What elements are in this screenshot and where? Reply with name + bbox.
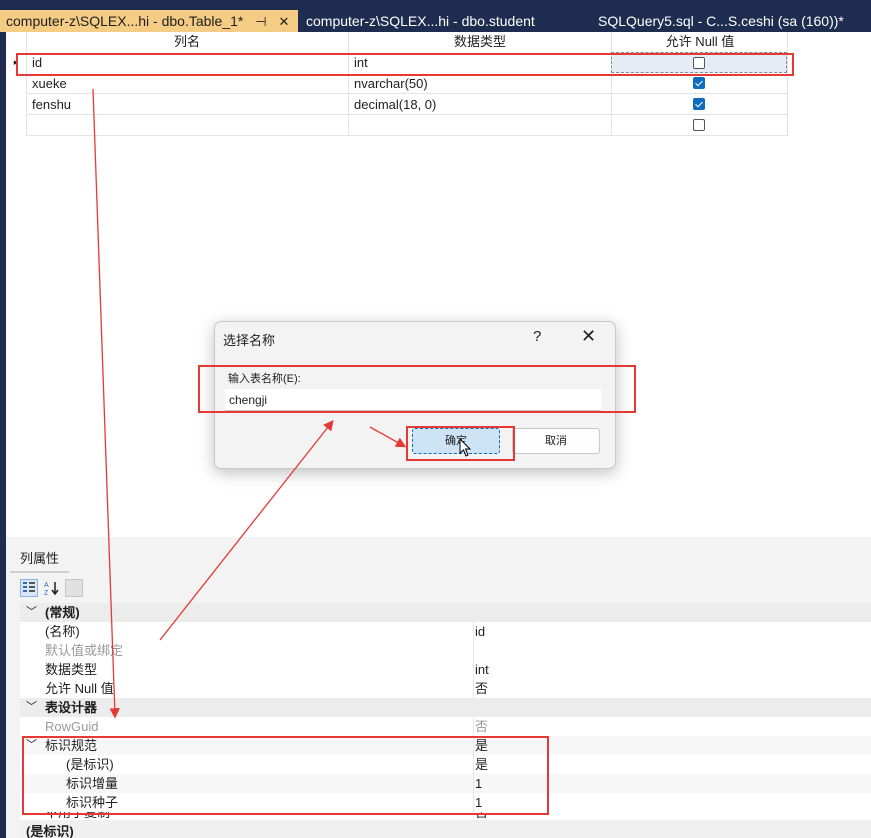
property-row[interactable]: RowGuid 否 — [20, 717, 871, 736]
table-name-label: 输入表名称(E): — [228, 373, 301, 385]
data-type-cell[interactable]: nvarchar(50) — [348, 73, 611, 94]
cancel-button[interactable]: 取消 — [512, 428, 600, 454]
categorized-icon[interactable] — [20, 579, 38, 597]
table-row[interactable]: fenshu decimal(18, 0) — [6, 94, 788, 115]
category-table-designer[interactable]: ﹀ 表设计器 — [20, 698, 871, 717]
allow-null-checkbox[interactable] — [693, 77, 705, 89]
property-name: RowGuid — [45, 719, 99, 734]
table-row[interactable]: ▸ id int — [6, 52, 788, 73]
allow-null-checkbox[interactable] — [693, 98, 705, 110]
tab-table-1[interactable]: computer-z\SQLEX...hi - dbo.Table_1* ⊣ ✕ — [0, 10, 298, 32]
property-value[interactable]: id — [475, 622, 485, 641]
property-row[interactable]: (是标识) 是 — [20, 755, 871, 774]
alphabetical-icon[interactable]: AZ — [44, 580, 60, 597]
grid-divider — [473, 774, 474, 793]
row-selector-arrow-icon[interactable]: ▸ — [6, 52, 26, 73]
data-type-cell[interactable]: int — [348, 52, 611, 73]
mouse-pointer-icon — [459, 438, 472, 457]
chevron-down-icon[interactable]: ﹀ — [26, 603, 37, 622]
close-icon[interactable]: ✕ — [581, 326, 596, 347]
property-name: 允许 Null 值 — [45, 681, 114, 696]
tab-sqlquery5-label: SQLQuery5.sql - C...S.ceshi (sa (160))* — [598, 13, 844, 29]
column-header-allow-null[interactable]: 允许 Null 值 — [612, 32, 788, 51]
column-header-name[interactable]: 列名 — [26, 32, 348, 51]
property-value[interactable]: 1 — [475, 774, 482, 793]
property-description: (是标识) — [20, 820, 871, 838]
choose-name-dialog: 选择名称 ? ✕ 输入表名称(E): 确定 取消 — [214, 321, 616, 469]
property-name: 默认值或绑定 — [45, 643, 124, 658]
property-row[interactable]: (名称) id — [20, 622, 871, 641]
allow-null-cell[interactable] — [611, 52, 787, 73]
property-name: 标识种子 — [66, 795, 119, 810]
property-name: (是标识) — [66, 757, 114, 772]
property-value[interactable]: 否 — [475, 679, 488, 698]
property-row[interactable]: 允许 Null 值 否 — [20, 679, 871, 698]
tab-column-properties[interactable]: 列属性 — [10, 547, 70, 573]
allow-null-checkbox[interactable] — [693, 57, 705, 69]
property-name: 不用于复制 — [45, 812, 111, 820]
allow-null-checkbox[interactable] — [693, 119, 705, 131]
column-name-cell[interactable]: fenshu — [26, 94, 348, 115]
chevron-down-icon[interactable]: ﹀ — [26, 736, 37, 755]
table-row[interactable]: xueke nvarchar(50) — [6, 73, 788, 94]
svg-text:A: A — [44, 582, 49, 589]
column-properties-panel: 列属性 AZ ﹀ (常规) (名称) id 默认值或绑定 数据类型 int 允许… — [6, 537, 871, 838]
dialog-title: 选择名称 — [223, 333, 276, 348]
property-name: 数据类型 — [45, 662, 98, 677]
data-type-cell[interactable]: decimal(18, 0) — [348, 94, 611, 115]
property-grid: ﹀ (常规) (名称) id 默认值或绑定 数据类型 int 允许 Null 值… — [20, 603, 871, 838]
pin-icon[interactable]: ⊣ — [255, 11, 266, 33]
table-row[interactable] — [6, 115, 788, 136]
grid-divider — [473, 660, 474, 679]
property-pages-icon[interactable] — [65, 579, 84, 597]
property-name: 标识增量 — [66, 776, 119, 791]
property-row[interactable]: 标识增量 1 — [20, 774, 871, 793]
column-name-cell[interactable]: id — [26, 52, 348, 73]
grid-divider — [473, 755, 474, 774]
property-row[interactable]: 数据类型 int — [20, 660, 871, 679]
description-title: (是标识) — [26, 824, 74, 838]
property-value[interactable]: 否 — [475, 717, 488, 736]
column-name-cell[interactable]: xueke — [26, 73, 348, 94]
property-row[interactable]: 默认值或绑定 — [20, 641, 871, 660]
property-value[interactable]: 否 — [475, 812, 488, 820]
property-name: (常规) — [45, 605, 80, 620]
tab-table-1-label: computer-z\SQLEX...hi - dbo.Table_1* — [6, 13, 244, 29]
property-value[interactable]: int — [475, 660, 489, 679]
property-name: 标识规范 — [45, 738, 98, 753]
property-value[interactable]: 是 — [475, 736, 488, 755]
property-row[interactable]: 标识种子 1 — [20, 793, 871, 812]
tab-student-label: computer-z\SQLEX...hi - dbo.student — [306, 13, 535, 29]
property-name: (名称) — [45, 624, 80, 639]
property-value[interactable]: 1 — [475, 793, 482, 812]
grid-divider — [473, 717, 474, 736]
grid-divider — [473, 736, 474, 755]
table-name-input[interactable] — [225, 389, 601, 411]
chevron-down-icon[interactable]: ﹀ — [26, 698, 37, 717]
column-header-type[interactable]: 数据类型 — [349, 32, 611, 51]
grid-divider — [473, 641, 474, 660]
svg-text:Z: Z — [44, 590, 49, 596]
grid-divider — [473, 622, 474, 641]
category-general[interactable]: ﹀ (常规) — [20, 603, 871, 622]
property-row-identity-spec[interactable]: ﹀ 标识规范 是 — [20, 736, 871, 755]
close-tab-icon[interactable]: ✕ — [278, 11, 289, 33]
property-value[interactable]: 是 — [475, 755, 488, 774]
grid-divider — [473, 679, 474, 698]
property-name: 表设计器 — [45, 700, 98, 715]
tab-sqlquery5[interactable]: SQLQuery5.sql - C...S.ceshi (sa (160))* — [592, 10, 844, 32]
property-row[interactable]: 不用于复制 否 — [20, 812, 871, 820]
help-icon[interactable]: ? — [533, 328, 541, 345]
tab-student[interactable]: computer-z\SQLEX...hi - dbo.student — [300, 10, 535, 32]
grid-divider — [473, 793, 474, 812]
ok-button[interactable]: 确定 — [412, 428, 500, 454]
document-tab-bar: computer-z\SQLEX...hi - dbo.Table_1* ⊣ ✕… — [0, 0, 871, 32]
properties-toolbar: AZ — [20, 579, 85, 599]
